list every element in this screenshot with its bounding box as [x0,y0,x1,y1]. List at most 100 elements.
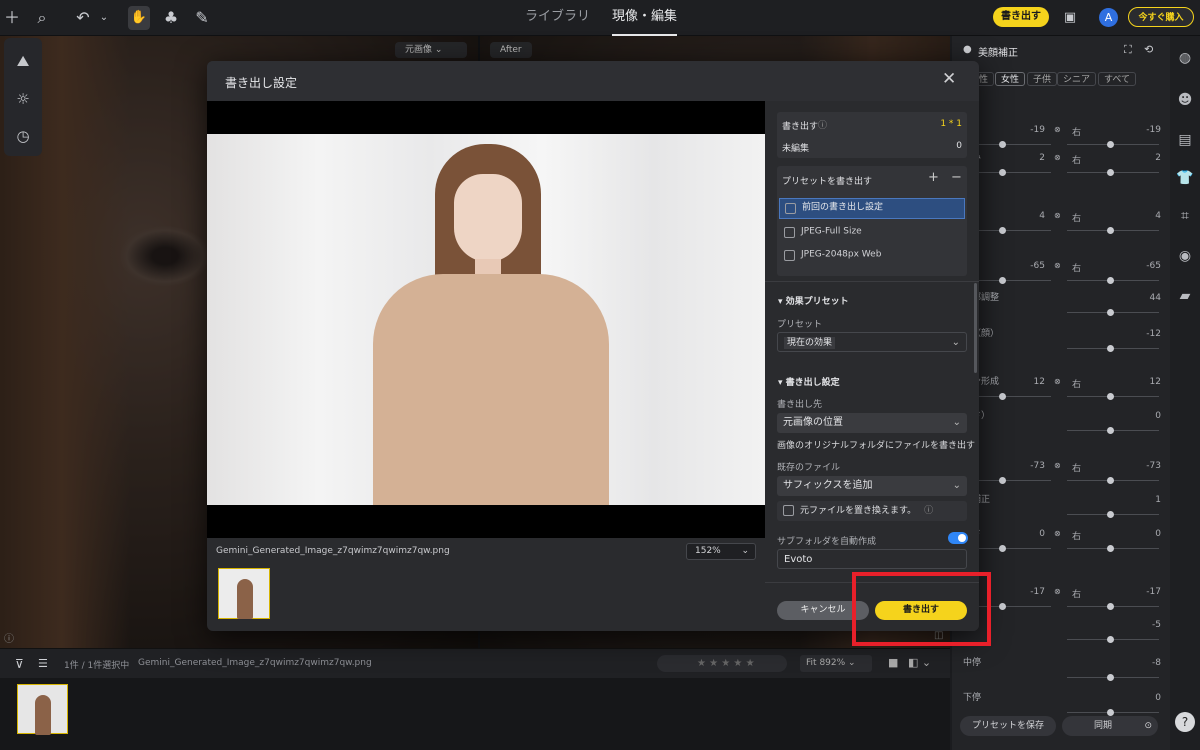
slider-track[interactable] [1067,227,1159,234]
slider-row[interactable]: 際補正1 [955,492,1165,518]
zoom-select[interactable]: Fit 892% ⌄ [800,655,872,672]
subfolder-toggle[interactable] [948,532,968,544]
sync-button[interactable]: 同期 ⊙ [1062,716,1158,736]
slider-row[interactable]: 骨4⊗右4 [955,208,1165,234]
slider-handle[interactable] [1107,309,1114,316]
exposure-icon[interactable]: ☼ [4,90,42,108]
stamp-icon[interactable]: ♣ [160,0,182,36]
slider-track[interactable] [1067,511,1159,518]
slider-handle[interactable] [1107,709,1114,716]
link-icon[interactable]: ⊗ [1054,461,1061,470]
slider-handle[interactable] [999,227,1006,234]
slider-track[interactable] [1067,169,1159,176]
slider-row[interactable]: かみ2⊗右2 [955,150,1165,176]
undo-icon[interactable]: ↶ [72,0,94,36]
slider-row[interactable]: -19 ⊗ 右 -19 [955,122,1165,148]
reset-icon[interactable]: ⟲ [1144,43,1153,56]
save-preset-button[interactable]: プリセットを保存 [960,716,1056,736]
subfolder-name-input[interactable]: Evoto [777,549,967,569]
slider-handle[interactable] [1107,393,1114,400]
close-icon[interactable]: ✕ [942,69,956,89]
slider-handle[interactable] [1107,477,1114,484]
preset-item[interactable]: JPEG-Full Size [779,223,965,244]
chip-3[interactable]: シニア [1057,72,1097,86]
slider-handle[interactable] [999,477,1006,484]
slider-track[interactable] [1067,427,1159,434]
checkbox[interactable] [784,227,795,238]
slider-row[interactable]: -73 ⊗ 右 -73 [955,458,1165,484]
slider-row[interactable]: 中停 -8 [955,655,1165,681]
link-icon[interactable]: ⊗ [1054,211,1061,220]
slider-track[interactable] [1067,545,1159,552]
link-icon[interactable]: ⊗ [1054,125,1061,134]
link-icon[interactable]: ⊗ [1054,261,1061,270]
slider-track[interactable] [1067,674,1159,681]
chevron-down-icon[interactable]: ⌄ [93,0,115,36]
sort-icon[interactable]: ☰ [38,657,48,670]
background-icon[interactable]: ▤ [1170,132,1200,148]
avatar[interactable]: A [1099,8,1118,27]
chip-1[interactable]: 女性 [995,72,1026,86]
palette-icon[interactable]: ◍ [1170,50,1200,66]
export-settings-header[interactable]: ▾ 書き出し設定 [778,375,840,388]
remove-preset-icon[interactable]: − [951,170,962,185]
scrollbar[interactable] [974,283,977,373]
slider-row[interactable]: 下停 0 [955,690,1165,716]
adjust-icon[interactable]: ⛰ [4,52,42,70]
slider-handle[interactable] [1107,345,1114,352]
filter-icon[interactable]: ⊽ [15,657,24,671]
slider-track[interactable] [1067,141,1159,148]
chip-4[interactable]: すべて [1098,72,1137,86]
slider-handle[interactable] [1107,169,1114,176]
slider-handle[interactable] [999,393,1006,400]
slider-track[interactable] [1067,636,1159,643]
add-icon[interactable]: ＋ [1,0,23,36]
history-icon[interactable]: ◷ [4,127,42,145]
crop-icon[interactable]: ⌗ [1170,208,1200,224]
compare-view-icon[interactable]: ◧ ⌄ [908,656,931,669]
single-view-icon[interactable]: ■ [888,656,898,669]
slider-track[interactable] [1067,309,1159,316]
folder-icon[interactable]: ▰ [1170,288,1200,304]
checkbox[interactable] [785,203,796,214]
slider-row[interactable]: -65 ⊗ 右 -65 [955,258,1165,284]
slider-handle[interactable] [999,545,1006,552]
slider-handle[interactable] [1107,141,1114,148]
link-icon[interactable]: ⊗ [1054,529,1061,538]
chip-2[interactable]: 子供 [1027,72,1058,86]
slider-row[interactable]: ズ（顔） -12 [955,326,1165,352]
effect-preset-select[interactable]: 現在の効果 ⌄ [777,332,967,352]
link-icon[interactable]: ⊗ [1054,587,1061,596]
slider-handle[interactable] [1107,427,1114,434]
destination-select[interactable]: 元画像の位置 ⌄ [777,413,967,433]
slider-row[interactable]: イン形成 12 ⊗ 右 12 [955,374,1165,400]
slider-handle[interactable] [999,277,1006,284]
clothing-icon[interactable]: 👕 [1170,170,1200,186]
settings-icon[interactable]: ⊙ [1144,716,1152,736]
slider-track[interactable] [1067,345,1159,352]
fullscreen-icon[interactable]: ⛶ [1124,43,1132,57]
slider-handle[interactable] [1107,545,1114,552]
checkbox[interactable] [783,505,794,516]
tab-develop[interactable]: 現像・編集 [612,0,678,36]
hand-icon[interactable]: ✋ [128,6,150,30]
slider-handle[interactable] [999,603,1006,610]
slider-row[interactable]: 長さ）0 [955,408,1165,434]
info-icon[interactable]: ⓘ [4,630,14,645]
slider-handle[interactable] [1107,636,1114,643]
help-icon[interactable]: ? [1175,712,1195,732]
slider-handle[interactable] [999,169,1006,176]
replace-original-option[interactable]: 元ファイルを置き換えます。 ⓘ [777,501,967,521]
slider-handle[interactable] [1107,674,1114,681]
add-preset-icon[interactable]: + [928,170,939,185]
slider-track[interactable] [1067,477,1159,484]
face-retouch-icon[interactable]: ☻ [1170,92,1200,108]
link-icon[interactable]: ⊗ [1054,153,1061,162]
rating-stars[interactable]: ★ ★ ★ ★ ★ [657,655,787,672]
slider-row[interactable]: 輪郭調整 44 [955,290,1165,316]
preset-item[interactable]: 前回の書き出し設定 [779,198,965,219]
link-icon[interactable]: ⊗ [1054,377,1061,386]
tab-library[interactable]: ライブラリ [525,0,590,36]
slider-track[interactable] [1067,393,1159,400]
slider-handle[interactable] [1107,227,1114,234]
